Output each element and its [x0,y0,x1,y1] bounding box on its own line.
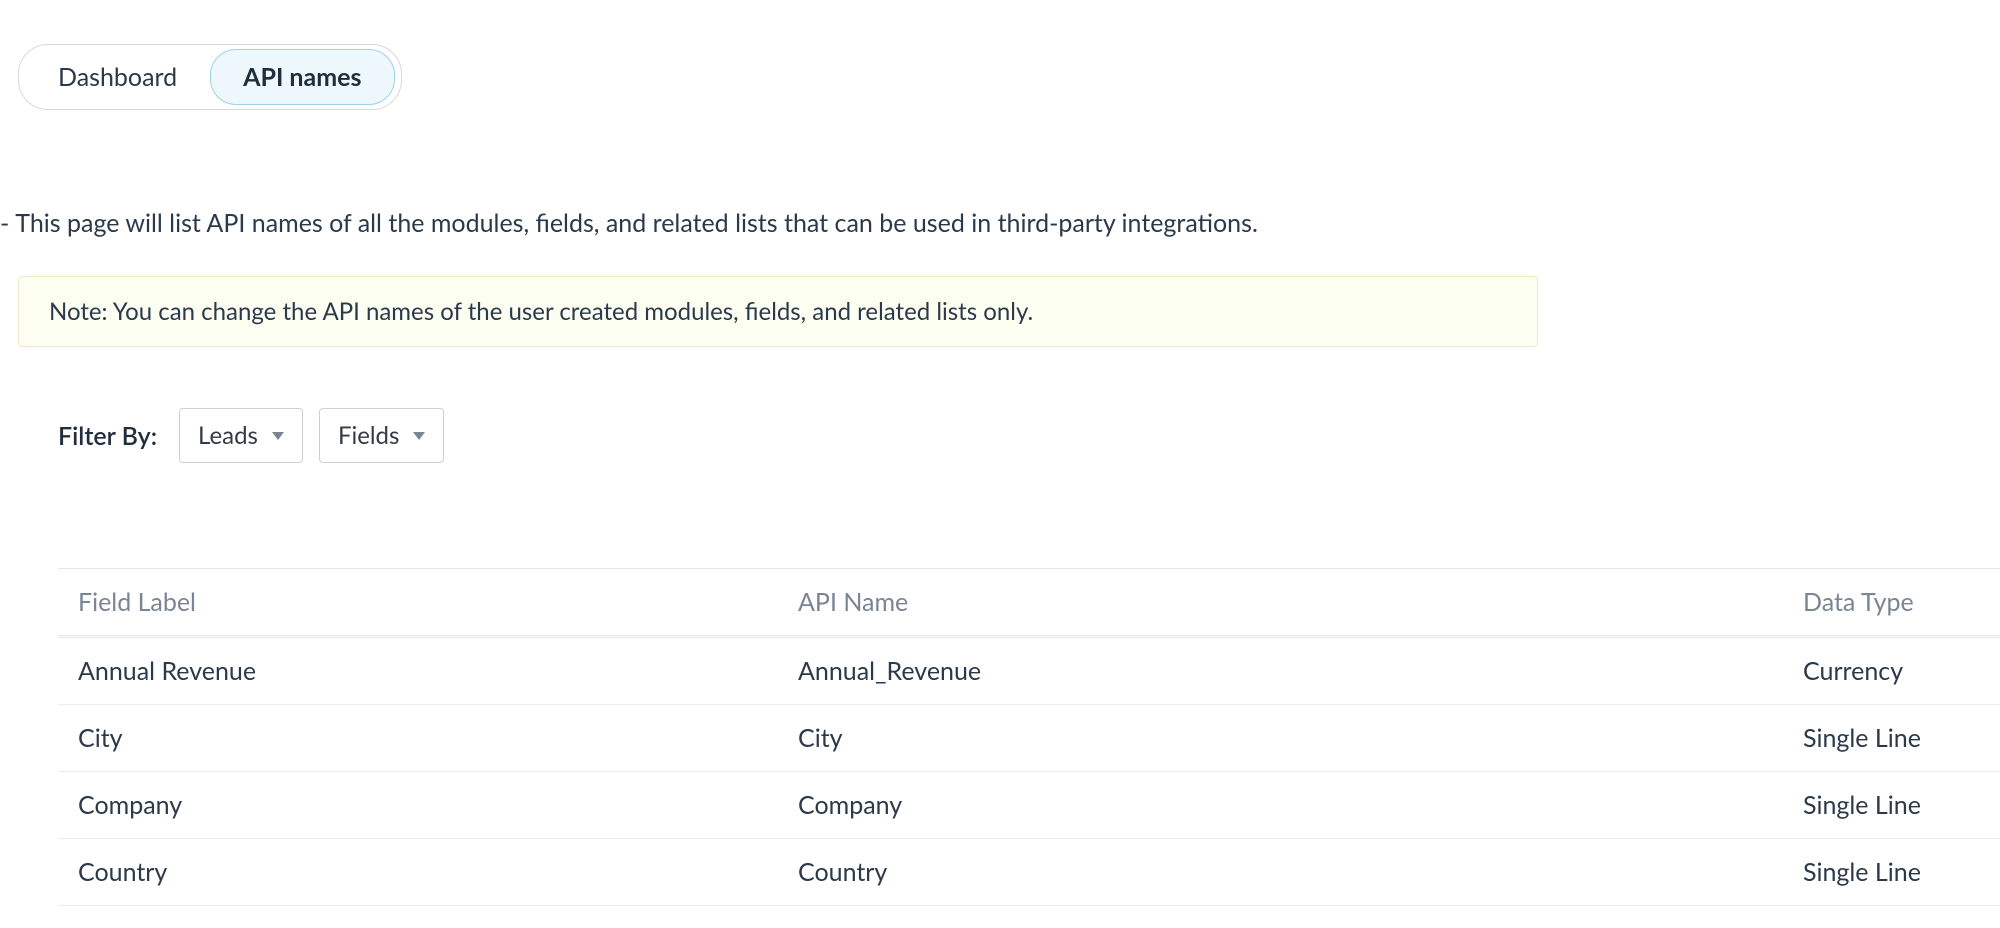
cell-field-label: Company [78,790,798,820]
table-row: Annual Revenue Annual_Revenue Currency [58,638,2000,705]
filter-row: Filter By: Leads Fields [58,408,444,463]
chevron-down-icon [413,432,425,440]
tab-api-names-label: API names [243,62,361,92]
description-text: This page will list API names of all the… [15,208,1258,238]
tab-dashboard[interactable]: Dashboard [25,49,210,105]
note-box: Note: You can change the API names of th… [18,276,1538,347]
tab-group: Dashboard API names [18,44,402,110]
filter-module-value: Leads [198,421,258,450]
cell-data-type: Single Line [1803,790,1980,820]
cell-api-name: City [798,723,1803,753]
cell-api-name: Company [798,790,1803,820]
cell-field-label: City [78,723,798,753]
cell-api-name: Annual_Revenue [798,656,1803,686]
header-api-name: API Name [798,587,1803,617]
table-row: Company Company Single Line [58,772,2000,839]
page-description: -This page will list API names of all th… [0,208,1258,238]
filter-entity-value: Fields [338,421,399,450]
cell-field-label: Country [78,857,798,887]
note-text: Note: You can change the API names of th… [49,297,1033,326]
table-row: City City Single Line [58,705,2000,772]
tab-dashboard-label: Dashboard [58,62,177,92]
cell-data-type: Single Line [1803,857,1980,887]
header-data-type: Data Type [1803,587,1980,617]
cell-data-type: Single Line [1803,723,1980,753]
cell-field-label: Annual Revenue [78,656,798,686]
description-dash: - [0,208,9,238]
filter-by-label: Filter By: [58,421,157,451]
cell-data-type: Currency [1803,656,1980,686]
table-header: Field Label API Name Data Type [58,568,2000,638]
chevron-down-icon [272,432,284,440]
filter-entity-dropdown[interactable]: Fields [319,408,444,463]
header-field-label: Field Label [78,587,798,617]
api-names-table: Field Label API Name Data Type Annual Re… [58,568,2000,906]
table-row: Country Country Single Line [58,839,2000,906]
tab-api-names[interactable]: API names [210,49,394,105]
cell-api-name: Country [798,857,1803,887]
filter-module-dropdown[interactable]: Leads [179,408,303,463]
